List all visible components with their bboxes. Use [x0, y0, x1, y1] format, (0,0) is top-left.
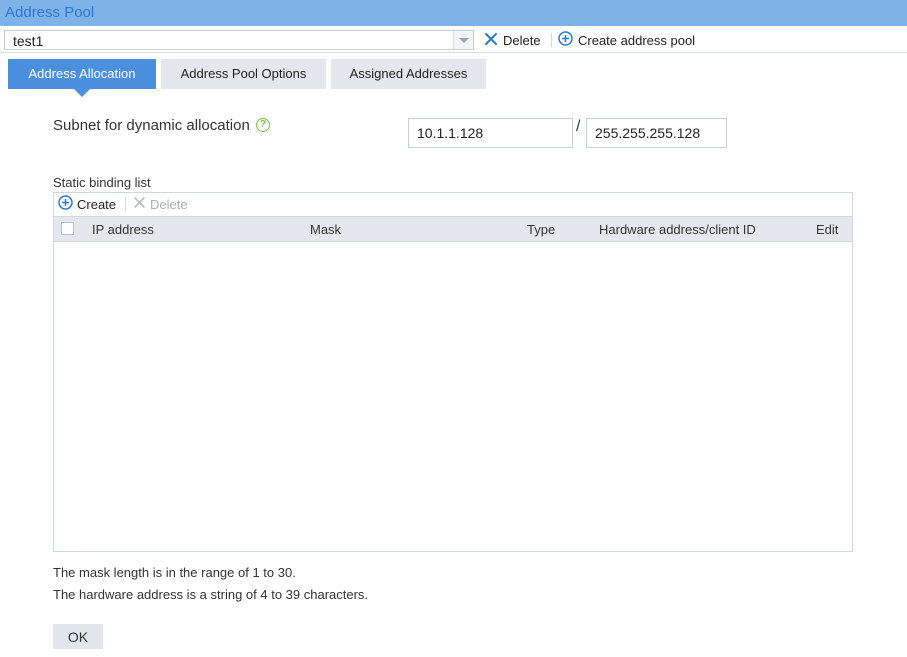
close-icon	[484, 32, 498, 49]
column-mask[interactable]: Mask	[310, 222, 341, 237]
tab-address-allocation[interactable]: Address Allocation	[8, 59, 156, 97]
window-titlebar: Address Pool	[0, 0, 907, 26]
static-binding-list-label: Static binding list	[53, 175, 151, 190]
grid-toolbar-divider	[125, 197, 126, 211]
subnet-label: Subnet for dynamic allocation	[53, 117, 250, 134]
close-icon	[133, 196, 146, 212]
column-type[interactable]: Type	[527, 222, 555, 237]
subnet-mask-input[interactable]	[586, 118, 727, 148]
mask-length-note: The mask length is in the range of 1 to …	[53, 565, 296, 580]
static-binding-grid: Create Delete IP address Mask Type Hardw…	[53, 192, 853, 552]
chevron-down-icon[interactable]	[453, 31, 473, 49]
subnet-separator: /	[576, 118, 581, 135]
column-ip-address[interactable]: IP address	[92, 222, 154, 237]
column-edit[interactable]: Edit	[816, 222, 838, 237]
tab-assigned-addresses[interactable]: Assigned Addresses	[331, 59, 486, 89]
grid-toolbar: Create Delete	[54, 193, 852, 216]
pool-select-value: test1	[13, 33, 44, 49]
ok-button[interactable]: OK	[53, 624, 103, 649]
delete-binding-label: Delete	[150, 196, 188, 212]
subnet-ip-input[interactable]	[408, 118, 573, 148]
plus-circle-icon	[558, 31, 573, 49]
pool-select[interactable]: test1	[4, 30, 474, 50]
grid-header: IP address Mask Type Hardware address/cl…	[54, 216, 852, 242]
select-all-checkbox[interactable]	[61, 222, 74, 235]
delete-pool-label: Delete	[503, 32, 541, 48]
delete-binding-button[interactable]: Delete	[133, 196, 188, 212]
create-binding-label: Create	[77, 196, 117, 212]
toolbar-divider	[551, 33, 552, 47]
plus-circle-icon	[58, 195, 73, 213]
page-title: Address Pool	[5, 4, 95, 21]
create-pool-button[interactable]: Create address pool	[558, 31, 696, 49]
create-binding-button[interactable]: Create	[58, 195, 117, 213]
column-hardware-address[interactable]: Hardware address/client ID	[599, 222, 756, 237]
help-icon[interactable]: ?	[256, 118, 270, 132]
tab-address-pool-options[interactable]: Address Pool Options	[161, 59, 326, 89]
hardware-address-note: The hardware address is a string of 4 to…	[53, 587, 369, 602]
create-pool-label: Create address pool	[578, 32, 696, 48]
pool-toolbar: test1 Delete Create address pool	[0, 27, 907, 53]
delete-pool-button[interactable]: Delete	[484, 32, 541, 48]
